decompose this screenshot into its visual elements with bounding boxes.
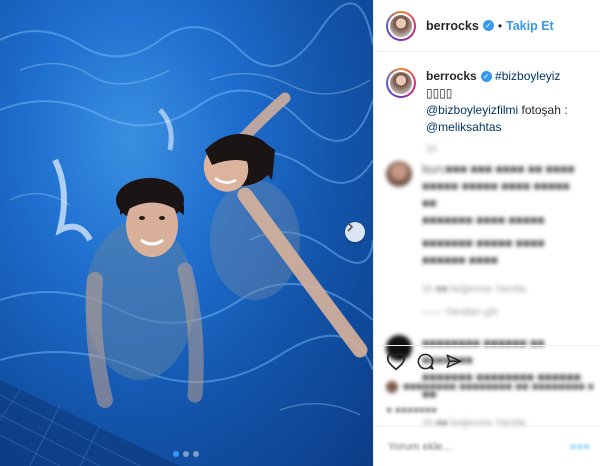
carousel-dot xyxy=(193,451,199,457)
comment-body: burc■■■ ■■■ ■■■■ ■■ ■■■■ ■■■■■ ■■■■■ ■■■… xyxy=(422,161,582,321)
avatar-image xyxy=(390,14,412,37)
caption-emoji: ▯▯▯▯ xyxy=(426,86,453,100)
view-replies-link[interactable]: —— Yanıtları gör xyxy=(422,304,582,321)
likes-row: ■■■■■■■■ ■■■■■■■■ ■■ ■■■■■■■■ ■■■■■■ ■■ … xyxy=(386,381,593,393)
comment-input[interactable] xyxy=(386,439,570,454)
pool-photo xyxy=(0,2,373,466)
likes-text[interactable]: ■■■■■■■■ ■■■■■■■■ ■■ ■■■■■■■■ ■■■■■■ ■■ … xyxy=(403,381,593,393)
carousel-indicator xyxy=(173,451,199,457)
verified-badge-icon: ✓ xyxy=(482,20,494,31)
commenter-avatar[interactable] xyxy=(386,161,412,187)
share-icon[interactable] xyxy=(445,353,463,371)
chevron-right-icon xyxy=(347,222,354,232)
caption-avatar[interactable] xyxy=(386,68,416,98)
separator: • xyxy=(497,18,503,33)
comment-icon[interactable] xyxy=(416,352,435,371)
comment-line: burc■■■ ■■■ ■■■■ ■■ ■■■■ xyxy=(422,162,575,176)
post-header: berrocks ✓ • Takip Et xyxy=(374,0,600,52)
divider xyxy=(374,345,600,346)
add-comment-bar: ■■■ xyxy=(374,426,600,466)
follow-button[interactable]: Takip Et xyxy=(506,19,554,33)
mention-link[interactable]: @meliksahtas xyxy=(426,120,502,134)
avatar-image xyxy=(390,72,412,94)
caption: berrocks ✓ #bizboyleyiz ▯▯▯▯ @bizboyleyiz… xyxy=(374,52,600,136)
hashtag-link[interactable]: #bizboyleyiz xyxy=(495,69,560,83)
caption-text: berrocks ✓ #bizboyleyiz ▯▯▯▯ @bizboyleyiz… xyxy=(426,68,590,136)
avatar[interactable] xyxy=(386,10,416,41)
caption-middle-text: fotoşah : xyxy=(518,103,568,117)
post-timestamp: ■ ■■■■■■■ xyxy=(386,405,438,416)
username-link[interactable]: berrocks xyxy=(426,19,479,33)
caption-username[interactable]: berrocks xyxy=(426,69,477,83)
next-slide-button[interactable] xyxy=(345,222,365,242)
comment-line: ■■■■■■■ ■■■■■ ■■■■ xyxy=(422,236,545,250)
mention-link[interactable]: @bizboyleyizfilmi xyxy=(426,103,518,117)
comment-meta[interactable]: 1h ■■ beğenme Yanıtla xyxy=(422,281,582,298)
comment-line: ■■■■■■ ■■■■ xyxy=(422,253,498,267)
liker-avatar[interactable] xyxy=(386,381,398,393)
instagram-post: berrocks ✓ • Takip Et berrocks ✓ #bizboyl… xyxy=(0,0,600,466)
comment-line: ■■■■■■■ ■■■■ ■■■■■ xyxy=(422,213,545,227)
comment-item: burc■■■ ■■■ ■■■■ ■■ ■■■■ ■■■■■ ■■■■■ ■■■… xyxy=(374,161,600,321)
carousel-dot xyxy=(173,451,179,457)
heart-icon[interactable] xyxy=(386,352,406,371)
verified-badge-icon: ✓ xyxy=(480,71,492,83)
caption-time: 1h xyxy=(426,144,438,155)
post-media[interactable] xyxy=(0,0,373,466)
post-sidebar: berrocks ✓ • Takip Et berrocks ✓ #bizboyl… xyxy=(373,0,600,466)
action-bar xyxy=(386,352,463,371)
comment-line: ■■■■■ ■■■■■ ■■■■ ■■■■■ ■■ xyxy=(422,179,570,210)
carousel-dot xyxy=(183,451,189,457)
post-comment-button[interactable]: ■■■ xyxy=(570,441,590,453)
